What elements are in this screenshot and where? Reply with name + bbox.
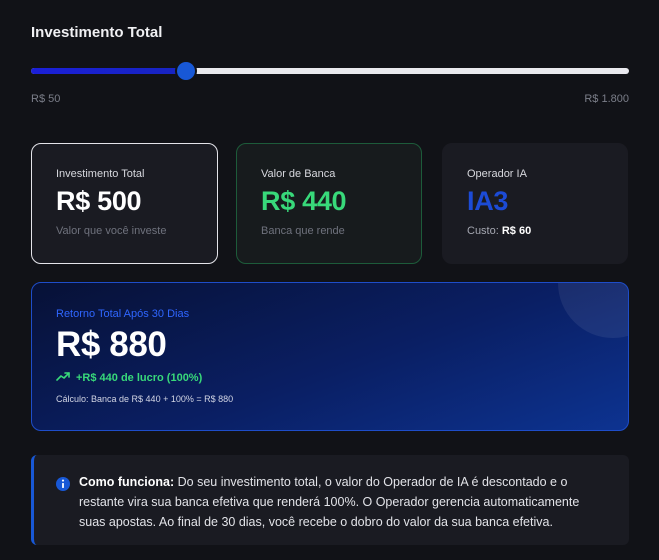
operador-ia-card: Operador IA IA3 Custo: R$ 60 [442, 143, 628, 264]
slider-thumb[interactable] [177, 62, 196, 80]
investimento-total-value: R$ 500 [56, 186, 142, 216]
valor-banca-subtitle: Banca que rende [261, 225, 345, 237]
operador-ia-label: Operador IA [467, 168, 527, 180]
page-title: Investimento Total [31, 24, 163, 41]
info-title: Como funciona: [79, 475, 175, 489]
investimento-total-subtitle: Valor que você investe [56, 225, 167, 237]
operador-ia-cost: Custo: R$ 60 [467, 225, 627, 237]
valor-banca-value: R$ 440 [261, 186, 347, 216]
calculo-text: Cálculo: Banca de R$ 440 + 100% = R$ 880 [56, 394, 234, 404]
slider-max-label: R$ 1.800 [584, 93, 629, 105]
slider-fill [31, 68, 187, 74]
lucro-text: +R$ 440 de lucro (100%) [76, 371, 203, 384]
operador-ia-value: IA3 [467, 186, 509, 216]
valor-banca-label: Valor de Banca [261, 168, 336, 180]
retorno-value: R$ 880 [56, 325, 167, 364]
investimento-total-label: Investimento Total [56, 168, 145, 180]
trending-up-icon [56, 371, 70, 384]
cost-value: R$ 60 [501, 225, 532, 237]
cost-label: Custo: [467, 225, 499, 237]
info-box: Como funciona: Do seu investimento total… [31, 455, 629, 545]
valor-banca-card: Valor de Banca R$ 440 Banca que rende [236, 143, 422, 264]
investimento-total-card: Investimento Total R$ 500 Valor que você… [31, 143, 218, 264]
investment-slider[interactable] [31, 60, 629, 82]
slider-min-label: R$ 50 [31, 93, 61, 105]
info-text: Como funciona: Do seu investimento total… [79, 472, 609, 532]
info-icon [55, 476, 71, 492]
lucro-row: +R$ 440 de lucro (100%) [56, 371, 628, 384]
retorno-label: Retorno Total Após 30 Dias [56, 308, 190, 320]
retorno-total-card: Retorno Total Após 30 Dias R$ 880 +R$ 44… [31, 282, 629, 431]
